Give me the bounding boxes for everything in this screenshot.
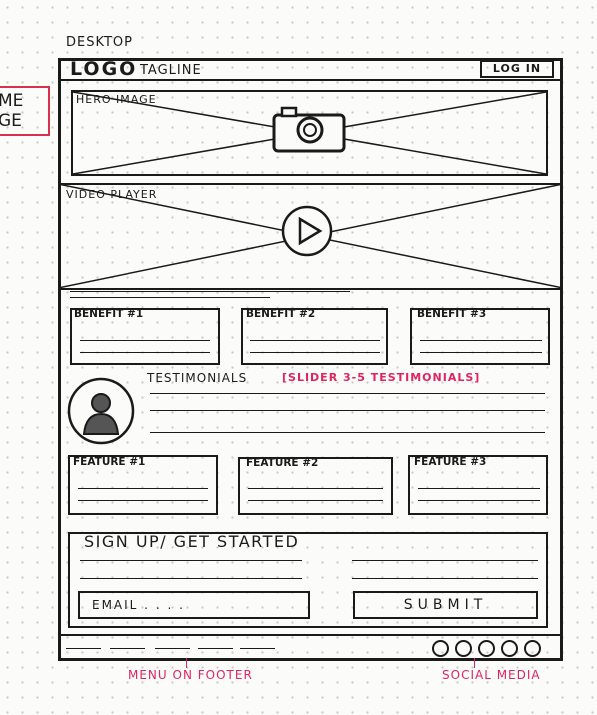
menu-pointer: [186, 658, 187, 668]
signup-line: [80, 578, 302, 579]
testimonials-annotation: [SLIDER 3-5 TESTIMONIALS]: [282, 371, 481, 384]
feature-line: [418, 500, 540, 501]
side-annotation-box: ME GE: [0, 86, 50, 136]
feature-title-2: FEATURE #2: [246, 457, 319, 469]
feature-line: [78, 488, 208, 489]
feature-title-1: FEATURE #1: [73, 456, 146, 468]
footer-menu-item[interactable]: [198, 648, 233, 649]
social-icon[interactable]: [432, 640, 449, 657]
benefit-line: [420, 340, 542, 341]
header-divider: [58, 79, 563, 81]
play-icon[interactable]: [280, 204, 334, 258]
feature-line: [78, 500, 208, 501]
side-note-line-2: GE: [0, 111, 22, 131]
benefit-line: [80, 352, 210, 353]
footer-menu-item[interactable]: [66, 648, 101, 649]
scribble-line: [70, 297, 270, 298]
social-icon[interactable]: [478, 640, 495, 657]
signup-line: [80, 560, 302, 561]
logo[interactable]: LOGO: [70, 58, 137, 80]
benefit-line: [80, 340, 210, 341]
feature-line: [248, 488, 383, 489]
testimonial-line: [150, 432, 545, 433]
signup-line: [352, 578, 538, 579]
social-icon[interactable]: [455, 640, 472, 657]
feature-line: [248, 500, 383, 501]
email-field[interactable]: EMAIL . . . .: [78, 591, 310, 619]
footer-menu-item[interactable]: [110, 648, 145, 649]
desktop-label: DESKTOP: [66, 35, 134, 50]
video-label: VIDEO PLAYER: [66, 188, 158, 201]
footer-menu-item[interactable]: [240, 648, 275, 649]
camera-icon: [272, 106, 346, 153]
benefit-title-2: BENEFIT #2: [246, 308, 316, 320]
login-button[interactable]: LOG IN: [480, 60, 554, 78]
testimonial-line: [150, 410, 545, 411]
side-note-line-1: ME: [0, 91, 24, 111]
footer-divider: [58, 634, 563, 636]
feature-line: [418, 488, 540, 489]
benefit-title-1: BENEFIT #1: [74, 308, 144, 320]
benefit-line: [420, 352, 542, 353]
signup-title: SIGN UP/ GET STARTED: [84, 532, 300, 551]
footer-menu-item[interactable]: [155, 648, 190, 649]
hero-label: HERO IMAGE: [76, 93, 157, 106]
feature-title-3: FEATURE #3: [414, 456, 487, 468]
signup-line: [352, 560, 538, 561]
social-media-annotation: SOCIAL MEDIA: [442, 668, 541, 682]
testimonial-line: [150, 393, 545, 394]
submit-button[interactable]: SUBMIT: [353, 591, 538, 619]
avatar-icon: [67, 377, 135, 445]
social-pointer: [474, 658, 475, 668]
menu-footer-annotation: MENU ON FOOTER: [128, 668, 253, 682]
scribble-line: [70, 291, 350, 292]
testimonials-label: TESTIMONIALS: [147, 371, 248, 385]
benefit-title-3: BENEFIT #3: [417, 308, 487, 320]
benefit-line: [250, 340, 380, 341]
social-icon[interactable]: [524, 640, 541, 657]
tagline: TAGLINE: [140, 63, 202, 78]
social-icon[interactable]: [501, 640, 518, 657]
benefit-line: [250, 352, 380, 353]
video-divider: [58, 288, 563, 290]
